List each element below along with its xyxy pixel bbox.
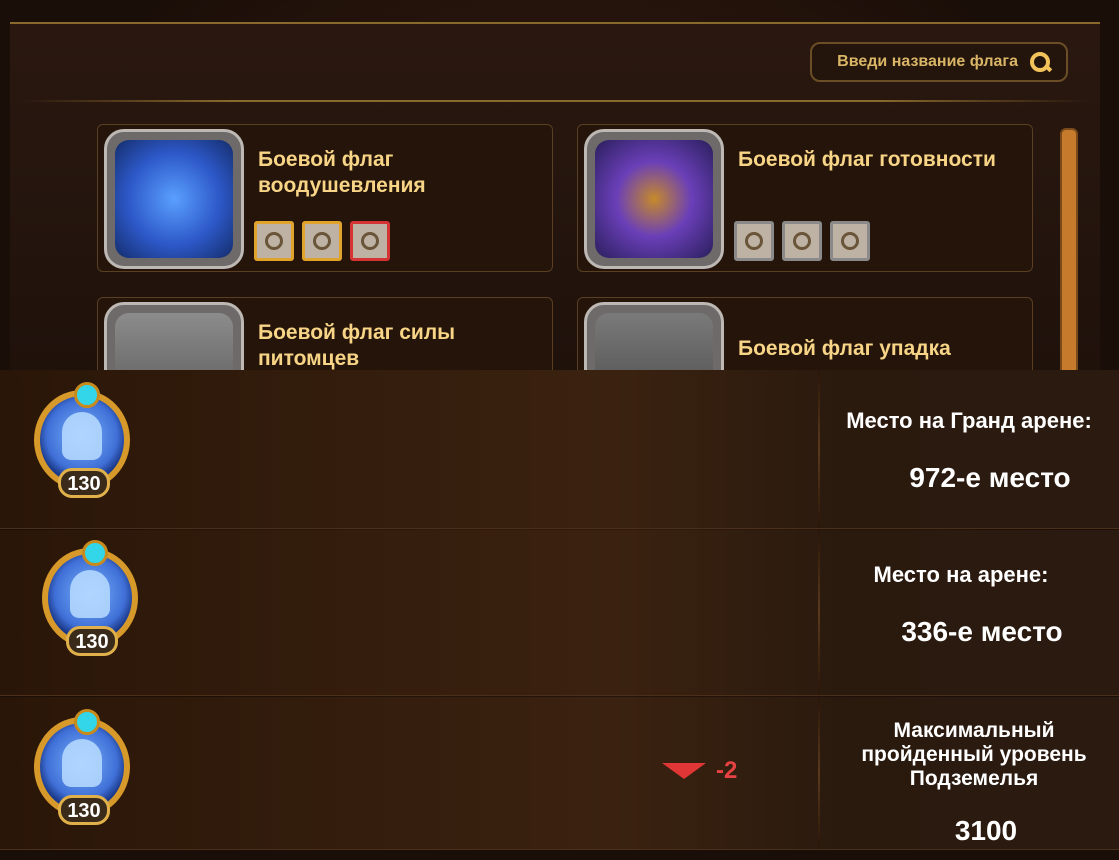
divider [818,697,820,849]
arrow-down-icon [662,763,706,779]
divider [818,530,820,695]
ranking-row: 130 -2 Максимальный пройденный уровень П… [0,697,1119,850]
target-badge-icon[interactable] [350,221,390,261]
ghost-pet-icon [62,412,102,460]
level-badge: 130 [58,795,110,825]
rank-value: 336-е место [901,616,1063,647]
divider [818,370,820,528]
flag-name: Боевой флаг готовности [738,148,996,171]
search-icon[interactable] [1028,50,1052,74]
search-placeholder: Введи название флага [837,53,1018,70]
flag-name: Боевой флаг воодушевления [258,148,426,197]
ghost-pet-icon [70,570,110,618]
flag-inspiration-icon [104,129,244,269]
divider [20,100,1090,102]
flags-panel: Введи название флага Боевой флаг воодуше… [10,22,1100,382]
flag-name: Боевой флаг упадка [738,337,951,360]
flag-decline-icon [584,302,724,372]
flag-badges [734,221,870,261]
flag-readiness-icon [584,129,724,269]
flag-card[interactable]: Боевой флаг упадка [577,297,1033,372]
rank-label: Максимальный пройденный уровень Подземел… [861,719,1087,790]
rank-change: -2 [662,757,737,785]
scrollbar[interactable] [1060,128,1078,382]
rank-value: 3100 [954,815,1018,846]
flag-card[interactable]: Боевой флаг воодушевления [97,124,553,272]
skill-badge-icon[interactable] [734,221,774,261]
rank-value: 972-е место [909,462,1071,493]
shield-badge-icon[interactable] [302,221,342,261]
flag-name: Боевой флаг силы питомцев [258,321,456,370]
level-badge: 130 [58,468,110,498]
ghost-pet-icon [62,739,102,787]
flag-card[interactable]: Боевой флаг готовности [577,124,1033,272]
avatar: 130 [38,540,146,658]
search-input[interactable]: Введи название флага [810,42,1068,82]
rank-label: Место на Гранд арене: [846,408,1092,433]
skill-badge-icon[interactable] [830,221,870,261]
level-badge: 130 [66,626,118,656]
rank-label: Место на арене: [873,562,1049,587]
flag-card[interactable]: Боевой флаг силы питомцев [97,297,553,372]
rank-change-value: -2 [716,757,738,784]
skill-badge-icon[interactable] [254,221,294,261]
avatar: 130 [30,382,138,500]
ranking-row: 130 Место на Гранд арене: 972-е место [0,370,1119,529]
skill-badge-icon[interactable] [782,221,822,261]
avatar: 130 [30,709,138,827]
flag-pet-power-icon [104,302,244,372]
flag-badges [254,221,390,261]
ranking-row: 130 Место на арене: 336-е место [0,530,1119,696]
